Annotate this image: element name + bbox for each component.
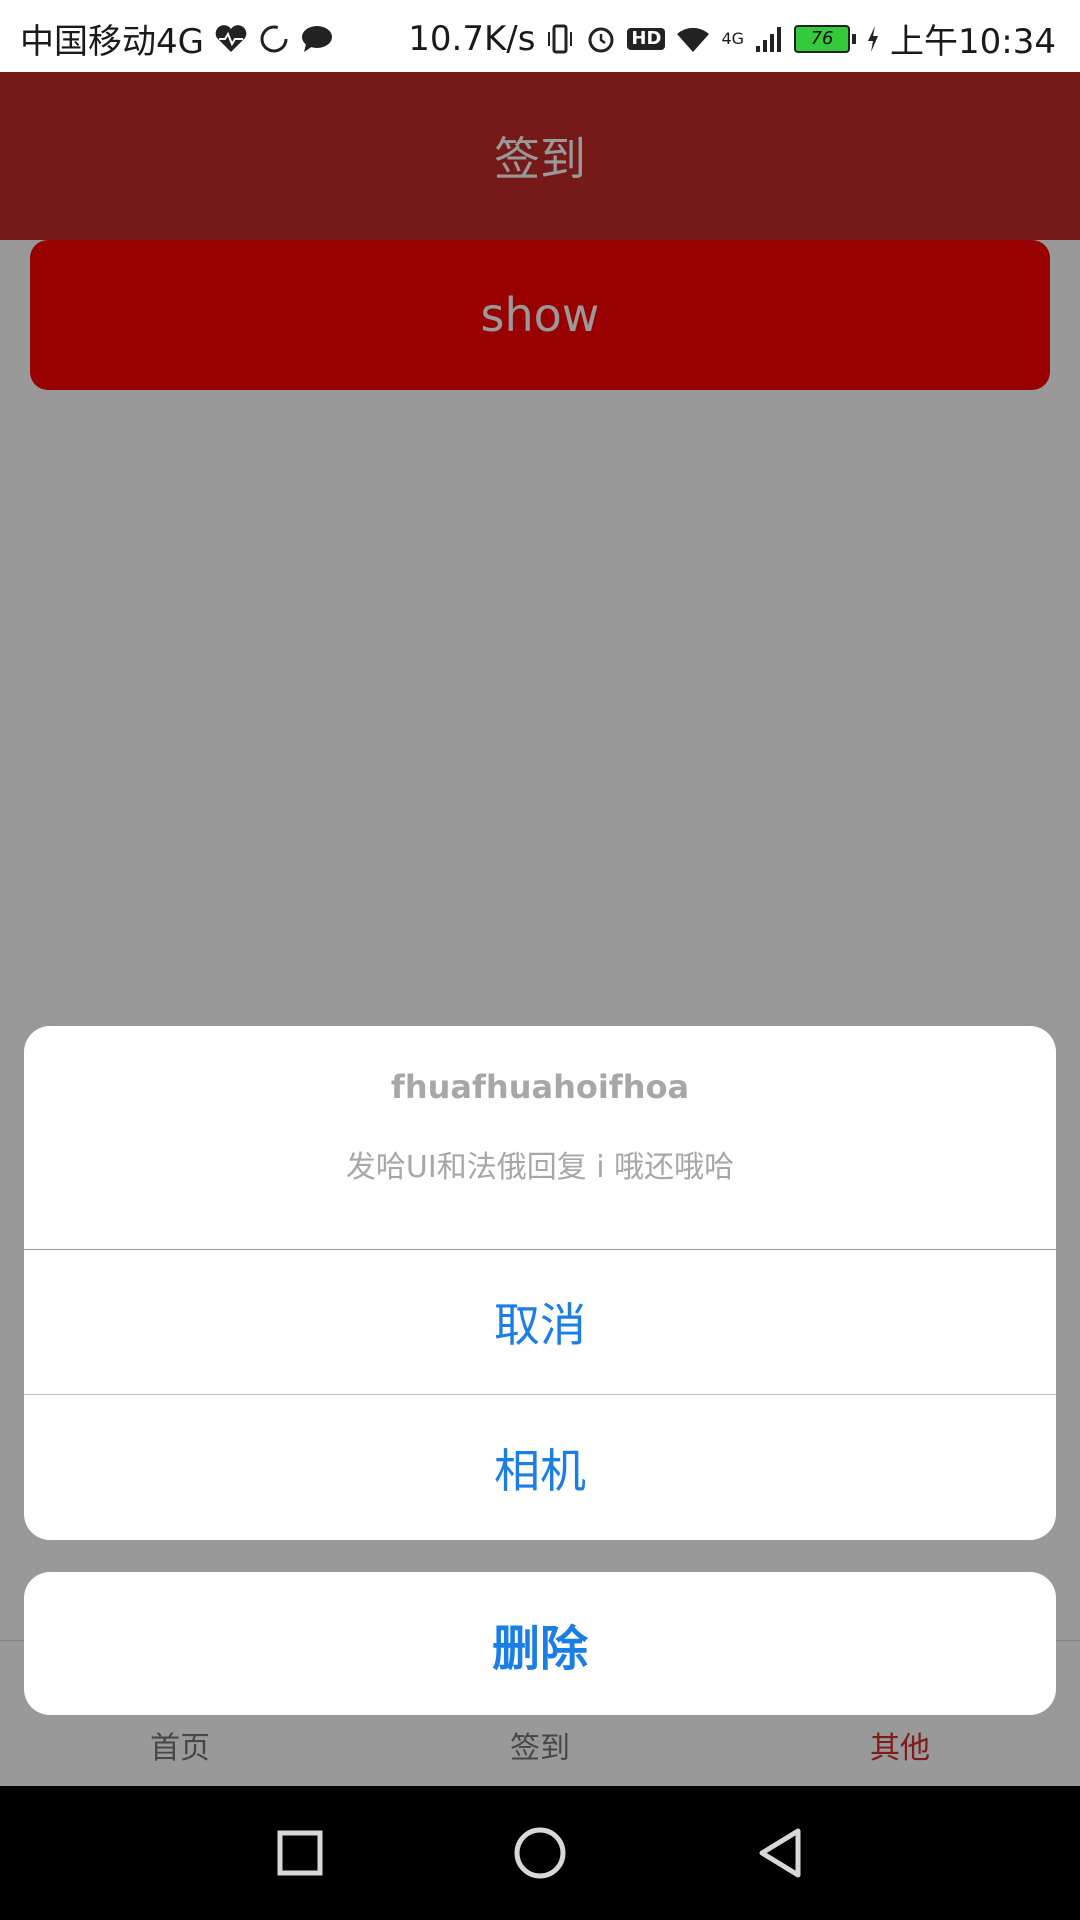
- back-triangle-icon[interactable]: [754, 1823, 806, 1887]
- message-icon: [300, 24, 334, 54]
- charging-icon: [866, 24, 880, 54]
- home-circle-icon[interactable]: [510, 1823, 570, 1887]
- recents-square-icon[interactable]: [276, 1823, 324, 1887]
- status-bar: 中国移动4G 10.7K/s HD 4G 76 上午10:34: [0, 0, 1080, 72]
- action-sheet-header: fhuafhuahoifhoa 发哈UI和法俄回复 i 哦还哦哈: [24, 1026, 1056, 1250]
- action-sheet-message: 发哈UI和法俄回复 i 哦还哦哈: [345, 1150, 735, 1185]
- clock: 上午10:34: [890, 22, 1056, 62]
- action-sheet: fhuafhuahoifhoa 发哈UI和法俄回复 i 哦还哦哈 取消 相机: [24, 1026, 1056, 1540]
- status-left: 中国移动4G: [20, 14, 334, 63]
- wifi-icon: [675, 24, 711, 54]
- status-right: 10.7K/s HD 4G 76 上午10:34: [408, 14, 1056, 63]
- alarm-icon: [585, 23, 617, 55]
- net-speed: 10.7K/s: [408, 18, 536, 59]
- sync-icon: [258, 23, 290, 55]
- delete-action-button[interactable]: 删除: [24, 1572, 1056, 1715]
- cancel-action-button[interactable]: 取消: [24, 1250, 1056, 1395]
- vibrate-icon: [545, 23, 575, 55]
- signal-icon: [754, 24, 784, 54]
- health-heart-icon: [214, 24, 248, 54]
- carrier-label: 中国移动4G: [20, 22, 204, 62]
- action-sheet-title: fhuafhuahoifhoa: [390, 1068, 690, 1106]
- network-type: 4G: [721, 29, 745, 48]
- system-nav-bar: [0, 1786, 1080, 1920]
- camera-action-button[interactable]: 相机: [24, 1395, 1056, 1540]
- battery-indicator: 76: [794, 24, 857, 53]
- hd-badge: HD: [627, 27, 666, 50]
- battery-level: 76: [794, 24, 851, 53]
